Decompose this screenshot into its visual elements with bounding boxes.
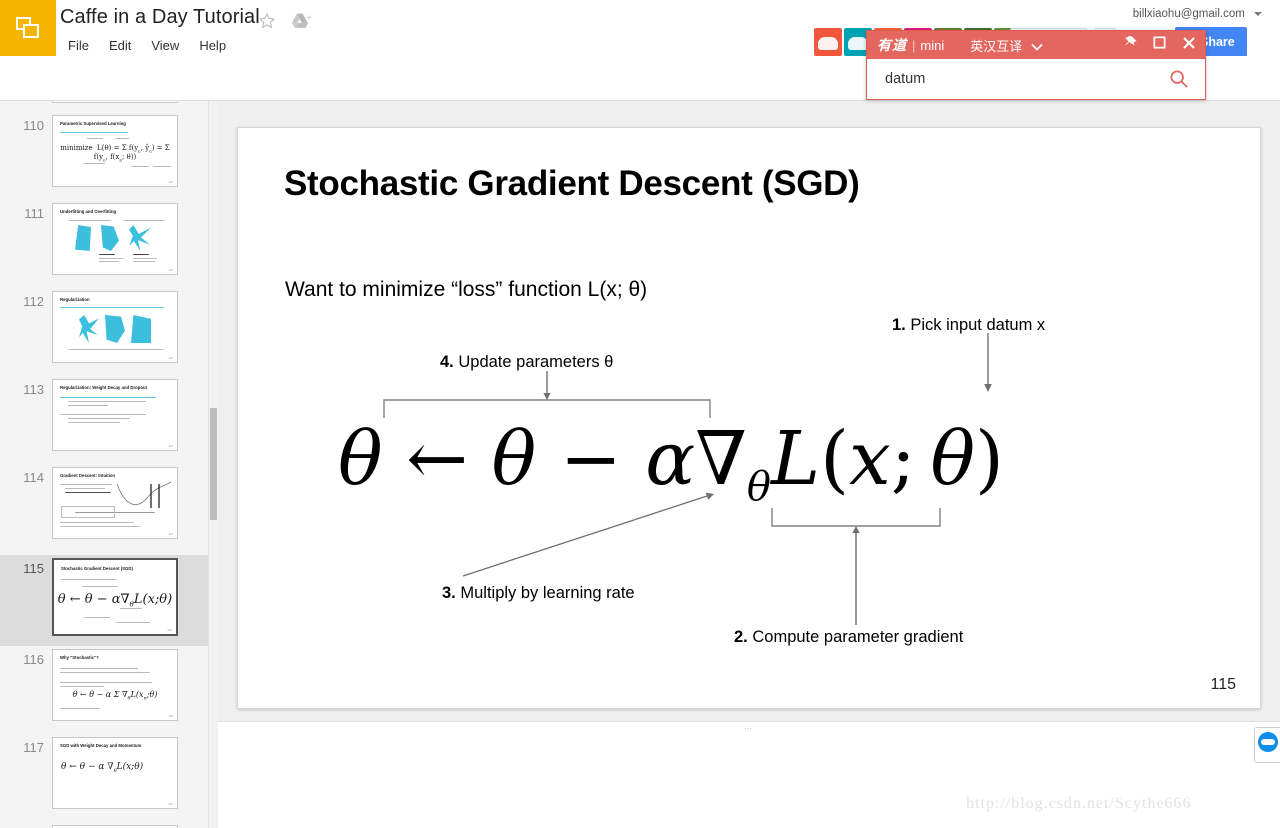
youdao-divider: | xyxy=(912,37,916,53)
slide-thumbnail[interactable]: Regularization 112 xyxy=(52,291,178,363)
slide-thumbnail[interactable]: SGD with Weight Decay and Momentum θ ← θ… xyxy=(52,737,178,809)
thumbnail-title: Regularization: Weight Decay and Dropout xyxy=(60,385,148,390)
thumbnail-page: 113 xyxy=(168,444,173,448)
pin-icon[interactable] xyxy=(1123,35,1138,55)
thumbnail-title: Regularization xyxy=(60,297,90,302)
slide-canvas: Stochastic Gradient Descent (SGD) Want t… xyxy=(218,101,1280,721)
slide-number: 110 xyxy=(23,118,44,133)
youdao-search-field[interactable]: datum xyxy=(867,59,1205,99)
thumbnail-title: Stochastic Gradient Descent (SGD) xyxy=(61,566,133,571)
equation-text: θ ← θ − α∇θL(x; θ) xyxy=(338,416,1004,510)
thumbnail-page: 116 xyxy=(168,714,173,718)
menu-edit[interactable]: Edit xyxy=(101,36,139,55)
annotation-2: 2. Compute parameter gradient xyxy=(734,628,964,646)
slide-number: 112 xyxy=(23,294,44,309)
slide-thumbnail[interactable]: Parametric Supervised Learning minimize … xyxy=(52,115,178,187)
annotation-4: 4. Update parameters θ xyxy=(440,353,614,371)
list-item[interactable]: 116 Why "Stochastic"? θ ← θ − α Σ ∇θL(xn… xyxy=(0,649,208,731)
slide-title: Stochastic Gradient Descent (SGD) xyxy=(284,164,860,203)
list-item[interactable]: 110 Parametric Supervised Learning minim… xyxy=(0,115,208,197)
scrollbar-thumb[interactable] xyxy=(210,408,217,520)
slide-number: 113 xyxy=(23,382,44,397)
slide-number: 115 xyxy=(23,561,44,576)
search-icon[interactable] xyxy=(1169,69,1189,89)
menu-help[interactable]: Help xyxy=(191,36,234,55)
thumbnail-page: 112 xyxy=(168,356,173,360)
list-item[interactable] xyxy=(0,101,208,105)
thumbnail-title: Parametric Supervised Learning xyxy=(60,121,126,126)
list-item[interactable]: 112 Regularization 112 xyxy=(0,291,208,373)
thumbnail-title: Why "Stochastic"? xyxy=(60,655,99,660)
slide-number: 117 xyxy=(23,740,44,755)
speaker-notes-panel[interactable] xyxy=(218,735,1280,828)
thumbnail-page: 110 xyxy=(168,180,173,184)
youdao-logo: 有道 xyxy=(877,37,907,53)
close-icon[interactable] xyxy=(1181,35,1197,56)
youdao-mini-label: mini xyxy=(920,37,945,53)
thumbnail-title: SGD with Weight Decay and Momentum xyxy=(60,743,142,748)
plot-icon xyxy=(116,481,172,508)
maximize-icon[interactable] xyxy=(1152,35,1167,55)
list-item[interactable]: 117 SGD with Weight Decay and Momentum θ… xyxy=(0,737,208,819)
star-icon[interactable] xyxy=(257,11,277,31)
thumbnail-title: Gradient Descent: Intuition xyxy=(60,473,116,478)
slide-filmstrip[interactable]: 110 Parametric Supervised Learning minim… xyxy=(0,101,208,828)
slide-thumbnail[interactable]: Gradient Descent: Intuition 114 xyxy=(52,467,178,539)
drag-handle-icon[interactable]: ⋯ xyxy=(744,725,754,733)
account-email: billxiaohu@gmail.com xyxy=(1132,8,1245,20)
chevron-down-icon[interactable] xyxy=(1030,40,1043,51)
slide-thumbnail-115-selected[interactable]: 115 Stochastic Gradient Descent (SGD) θ … xyxy=(0,555,208,646)
slide-equation: θ ← θ − α∇θL(x; θ) xyxy=(338,416,1238,526)
slide-number: 114 xyxy=(23,470,44,485)
thumbnail-page: 115 xyxy=(167,628,172,632)
teamviewer-icon[interactable] xyxy=(1254,727,1280,763)
list-item[interactable]: 113 Regularization: Weight Decay and Dro… xyxy=(0,379,208,461)
youdao-titlebar[interactable]: 有道 | mini 英汉互译 xyxy=(867,31,1205,59)
slide-subtitle: Want to minimize “loss” function L(x; θ) xyxy=(285,278,648,301)
thumbnail-page: 111 xyxy=(168,268,173,272)
list-item[interactable]: 114 Gradient Descent: Intuition 114 xyxy=(0,467,208,549)
drive-add-icon[interactable]: + xyxy=(290,12,312,32)
current-slide[interactable]: Stochastic Gradient Descent (SGD) Want t… xyxy=(237,127,1261,709)
slide-thumbnail[interactable]: Stochastic Gradient Descent (SGD) θ ← θ … xyxy=(52,558,178,636)
annotation-3: 3. Multiply by learning rate xyxy=(442,584,635,602)
avatar[interactable] xyxy=(814,28,842,56)
thumbnail-title: Underfitting and Overfitting xyxy=(60,209,117,214)
account-menu[interactable]: billxiaohu@gmail.com xyxy=(1133,8,1262,20)
list-item[interactable]: 111 Underfitting and Overfitting 111 xyxy=(0,203,208,285)
slide-thumbnail[interactable] xyxy=(52,101,178,103)
slide-number xyxy=(0,101,52,105)
google-slides-window: Caffe in a Day Tutorial + File Edit View… xyxy=(0,0,1280,828)
svg-text:+: + xyxy=(307,13,312,22)
youdao-dictionary-popup[interactable]: 有道 | mini 英汉互译 datum xyxy=(866,30,1206,100)
slide-number: 116 xyxy=(23,652,44,667)
slide-page-number: 115 xyxy=(1210,676,1236,693)
menu-bar: File Edit View Help xyxy=(60,36,234,55)
thumbnail-page: 117 xyxy=(168,802,173,806)
search-input[interactable]: datum xyxy=(885,71,925,87)
watermark: http://blog.csdn.net/Scythe666 xyxy=(966,795,1192,812)
menu-view[interactable]: View xyxy=(143,36,187,55)
slide-number: 111 xyxy=(24,206,44,221)
slide-thumbnail[interactable]: Regularization: Weight Decay and Dropout… xyxy=(52,379,178,451)
slide-thumbnail[interactable]: Why "Stochastic"? θ ← θ − α Σ ∇θL(xn;θ) … xyxy=(52,649,178,721)
chevron-down-icon xyxy=(1254,11,1262,16)
slides-logo-icon[interactable] xyxy=(0,0,56,56)
document-title[interactable]: Caffe in a Day Tutorial xyxy=(60,6,260,29)
annotation-1: 1. Pick input datum x xyxy=(892,316,1046,334)
slide-thumbnail[interactable]: Underfitting and Overfitting 111 xyxy=(52,203,178,275)
youdao-language-selector[interactable]: 英汉互译 xyxy=(970,36,1022,55)
thumbnail-page: 114 xyxy=(168,532,173,536)
menu-file[interactable]: File xyxy=(60,36,97,55)
